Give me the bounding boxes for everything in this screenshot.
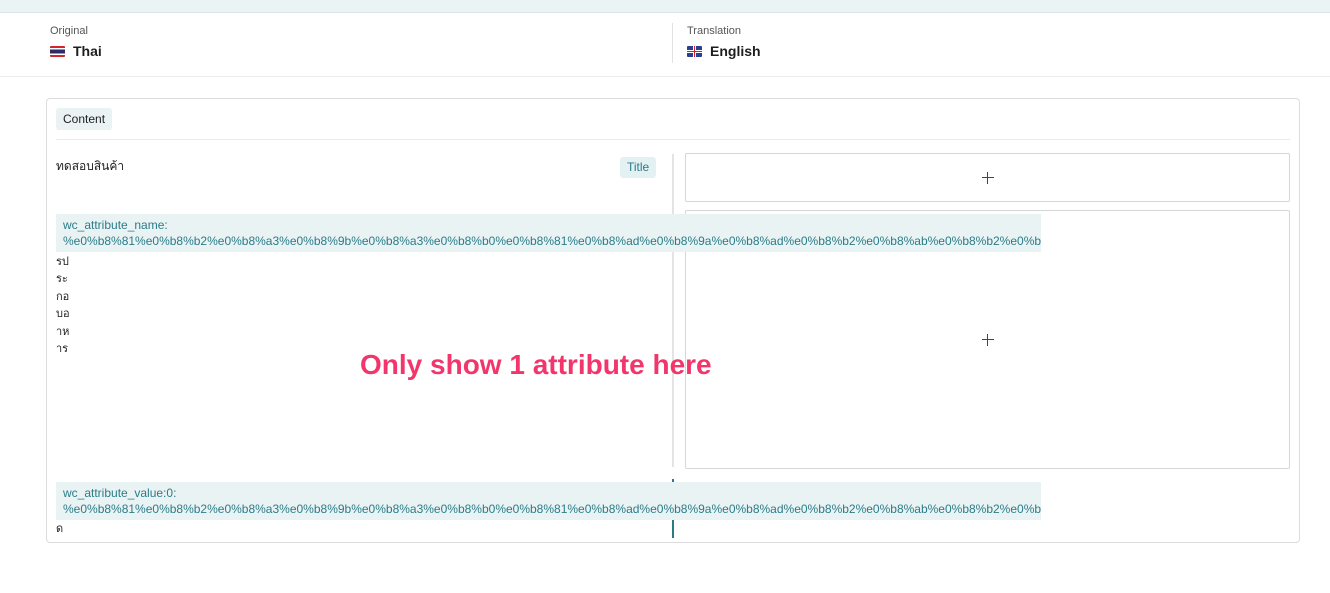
attribute-name-key-line1: wc_attribute_name: [63,218,168,232]
attribute-value-source-text: ด [56,522,64,535]
attribute-name-source-text: รประกอบอาหาร [56,255,70,356]
top-bar [0,0,1330,13]
title-source-text: ทดสอบสินค้า [56,159,125,173]
translation-language: Translation English [687,23,761,59]
original-caption: Original [50,25,88,37]
translation-language-label: English [710,43,761,59]
plus-icon [981,333,994,346]
title-translation-box[interactable] [685,153,1290,202]
panel-divider [56,139,1290,140]
plus-icon [981,171,994,184]
section-tab-content[interactable]: Content [56,108,113,130]
uk-flag-icon [687,45,702,57]
attribute-name-key: wc_attribute_name: %e0%b8%81%e0%b8%b2%e0… [56,214,1041,252]
original-language-label: Thai [73,43,102,59]
original-language-name: Thai [50,43,102,59]
original-language: Original Thai [50,23,102,59]
content-panel: Content ทดสอบสินค้า Title wc_attribute_n… [46,98,1300,543]
language-divider [672,23,673,63]
attribute-value-key-line1: wc_attribute_value:0: [63,486,177,500]
title-field-badge: Title [620,157,657,178]
thailand-flag-icon [50,45,65,57]
attribute-name-key-line2: %e0%b8%81%e0%b8%b2%e0%b8%a3%e0%b8%9b%e0%… [63,234,1041,248]
language-header: Original Thai Translation English [0,13,1330,77]
attribute-value-key: wc_attribute_value:0: %e0%b8%81%e0%b8%b2… [56,482,1041,520]
column-divider [672,154,674,467]
translation-caption: Translation [687,25,742,37]
annotation-label: Only show 1 attribute here [360,349,712,380]
translation-language-name: English [687,43,761,59]
attribute-value-key-line2: %e0%b8%81%e0%b8%b2%e0%b8%a3%e0%b8%9b%e0%… [63,502,1041,516]
